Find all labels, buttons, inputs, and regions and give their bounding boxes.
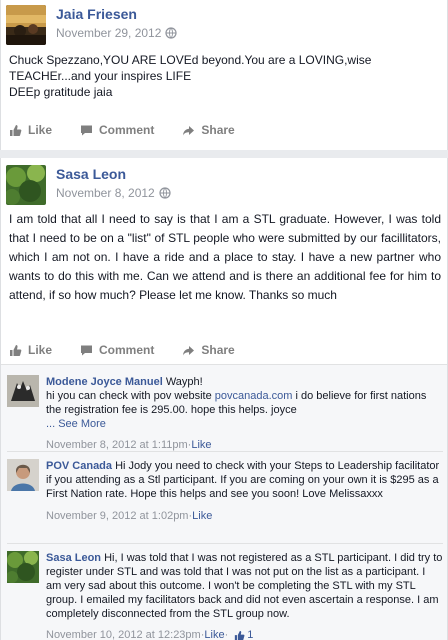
comment-button[interactable]: Comment xyxy=(80,343,154,357)
comment-timestamp[interactable]: November 8, 2012 at 1:11pm xyxy=(46,438,188,452)
comment-author[interactable]: Modene Joyce Manuel xyxy=(46,376,163,388)
thumbs-up-icon xyxy=(235,630,245,640)
comments-section: Modene Joyce Manuel Wayph! hi you can ch… xyxy=(1,364,447,640)
avatar[interactable] xyxy=(6,5,46,45)
divider xyxy=(7,543,443,544)
post-header: Sasa Leon November 8, 2012 xyxy=(6,165,171,205)
thumbs-up-icon xyxy=(10,344,22,356)
post-author[interactable]: Sasa Leon xyxy=(56,166,171,183)
like-count-value: 1 xyxy=(247,629,254,640)
share-button[interactable]: Share xyxy=(182,343,235,357)
comment-icon xyxy=(81,125,93,135)
post-date[interactable]: November 29, 2012 xyxy=(56,26,161,40)
comment-like-link[interactable]: Like xyxy=(204,628,224,640)
comment-author[interactable]: Sasa Leon xyxy=(46,552,101,564)
comment-label: Comment xyxy=(99,123,155,137)
divider xyxy=(7,451,443,452)
post-header: Jaia Friesen November 29, 2012 xyxy=(6,5,178,45)
comment-label: Comment xyxy=(99,343,155,357)
comment-icon xyxy=(81,345,93,355)
comment-like-link[interactable]: Like xyxy=(192,509,212,523)
globe-icon xyxy=(165,27,178,39)
comment-timestamp[interactable]: November 9, 2012 at 1:02pm xyxy=(46,509,188,523)
post-author[interactable]: Jaia Friesen xyxy=(56,6,177,23)
share-label: Share xyxy=(201,343,235,357)
thumbs-up-icon xyxy=(10,124,22,136)
post-actions: Like Comment Share xyxy=(9,343,263,357)
comment-link[interactable]: povcanada.com xyxy=(215,390,293,402)
comment-meta: November 9, 2012 at 1:02pm · Like xyxy=(46,509,443,523)
separator: · xyxy=(224,629,229,640)
like-label: Like xyxy=(28,123,53,137)
post-actions: Like Comment Share xyxy=(9,123,263,137)
comment-text: Hi, I was told that I was not registered… xyxy=(46,552,443,620)
comment: Sasa Leon Hi, I was told that I was not … xyxy=(7,551,443,640)
share-icon xyxy=(183,345,195,355)
post-text: Chuck Spezzano,YOU ARE LOVEd beyond.You … xyxy=(9,52,439,100)
like-button[interactable]: Like xyxy=(9,123,52,137)
share-icon xyxy=(183,125,195,135)
post-meta: November 29, 2012 xyxy=(56,26,178,40)
comment-meta: November 8, 2012 at 1:11pm · Like xyxy=(46,438,443,452)
comment-timestamp[interactable]: November 10, 2012 at 12:23pm xyxy=(46,628,201,640)
comment-text: hi you can check with pov website xyxy=(46,390,215,402)
comment-author[interactable]: POV Canada xyxy=(46,460,112,472)
share-button[interactable]: Share xyxy=(182,123,235,137)
comment-button[interactable]: Comment xyxy=(80,123,154,137)
avatar[interactable] xyxy=(6,165,46,205)
share-label: Share xyxy=(201,123,235,137)
avatar[interactable] xyxy=(7,459,39,491)
comment-meta: November 10, 2012 at 12:23pm · Like · 1 xyxy=(46,628,443,640)
post-meta: November 8, 2012 xyxy=(56,186,171,200)
comment: POV Canada Hi Jody you need to check wit… xyxy=(7,459,443,523)
comment-text: Wayph! xyxy=(165,376,203,388)
comment-like-link[interactable]: Like xyxy=(191,438,211,452)
post-card: Jaia Friesen November 29, 2012 Chuck Spe… xyxy=(0,0,448,150)
avatar[interactable] xyxy=(7,375,39,407)
post-date[interactable]: November 8, 2012 xyxy=(56,186,155,200)
post-text-line: Chuck Spezzano,YOU ARE LOVEd beyond.You … xyxy=(9,53,372,83)
post-card: Sasa Leon November 8, 2012 I am told tha… xyxy=(0,158,448,640)
like-label: Like xyxy=(28,343,53,357)
like-button[interactable]: Like xyxy=(9,343,52,357)
globe-icon xyxy=(159,187,171,199)
like-count[interactable]: 1 xyxy=(234,628,253,640)
comment: Modene Joyce Manuel Wayph! hi you can ch… xyxy=(7,375,443,452)
see-more-link[interactable]: ... See More xyxy=(46,417,443,431)
avatar[interactable] xyxy=(7,551,39,583)
post-text: I am told that all I need to say is that… xyxy=(9,212,441,302)
post-text-line: DEEp gratitude jaia xyxy=(9,85,113,99)
